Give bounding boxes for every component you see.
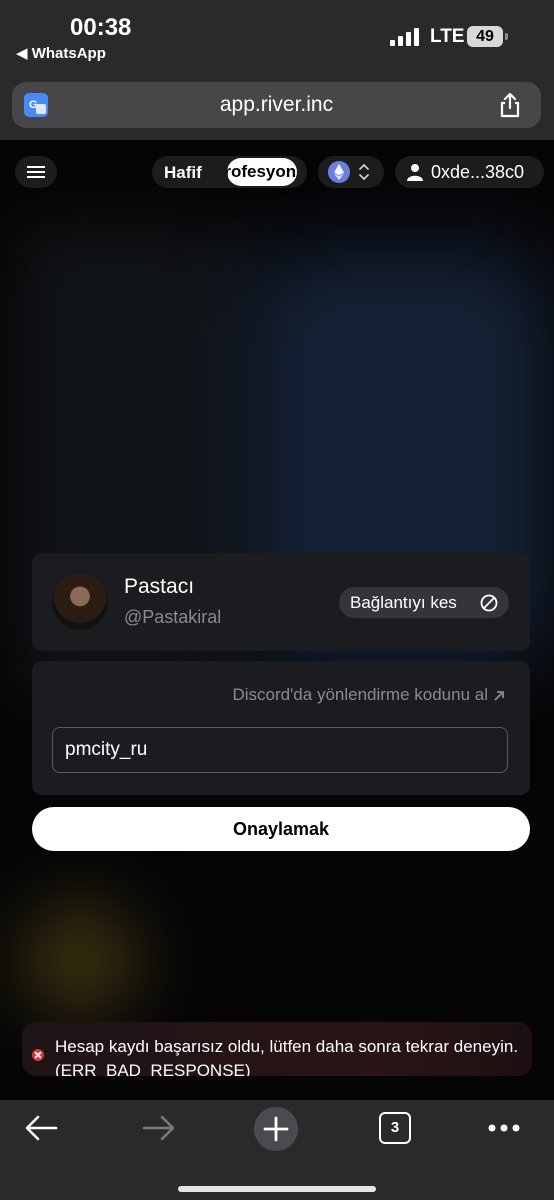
discord-code-link-label: Discord'da yönlendirme kodunu al	[232, 685, 488, 704]
discord-profile-card: Pastacı @Pastakiral Bağlantıyı kes	[32, 553, 530, 651]
battery-tip	[505, 33, 508, 40]
error-icon	[32, 1049, 44, 1061]
browser-toolbar: 3	[0, 1100, 554, 1200]
tab-count-button[interactable]: 3	[379, 1112, 411, 1144]
mode-light-option[interactable]: Hafif	[164, 163, 202, 183]
hamburger-icon	[27, 166, 45, 168]
ethereum-icon	[328, 161, 350, 183]
hamburger-icon	[27, 176, 45, 178]
error-message: Hesap kaydı başarısız oldu, lütfen daha …	[55, 1037, 519, 1076]
status-bar: 00:38 ◀ WhatsApp LTE 49	[0, 0, 554, 78]
avatar	[52, 574, 108, 630]
wallet-address: 0xde...38c0	[431, 162, 525, 182]
app-navbar: Hafif Profesyonel 0xde...38c0	[0, 154, 554, 190]
mode-toggle[interactable]: Hafif Profesyonel	[152, 156, 307, 188]
page-content: Hafif Profesyonel 0xde...38c0 Pastacı @P…	[0, 140, 554, 1100]
disconnect-button[interactable]: Bağlantıyı kes	[339, 587, 509, 618]
mode-pro-option[interactable]: Profesyonel	[227, 158, 297, 186]
menu-button[interactable]	[15, 156, 57, 188]
error-toast: Hesap kaydı başarısız oldu, lütfen daha …	[22, 1022, 532, 1076]
chain-selector[interactable]	[318, 156, 384, 188]
home-indicator	[178, 1186, 376, 1192]
status-time: 00:38	[70, 14, 132, 41]
disconnect-label: Bağlantıyı kes	[350, 593, 457, 612]
new-tab-plus-icon[interactable]	[254, 1107, 298, 1151]
back-arrow-icon[interactable]	[24, 1114, 58, 1142]
battery-icon: 49	[467, 26, 503, 47]
external-arrow-icon	[494, 690, 504, 701]
hamburger-icon	[27, 171, 45, 173]
discord-code-link[interactable]: Discord'da yönlendirme kodunu al	[232, 685, 506, 705]
referral-code-card: Discord'da yönlendirme kodunu al	[32, 661, 530, 795]
profile-name: Pastacı	[124, 575, 195, 598]
share-icon[interactable]	[496, 91, 524, 119]
blurred-background	[20, 900, 140, 1020]
more-options-icon[interactable]	[488, 1124, 520, 1132]
url-bar[interactable]: G app.river.inc	[12, 82, 541, 128]
browser-address-area: G app.river.inc	[0, 78, 554, 140]
back-to-app-link[interactable]: ◀ WhatsApp	[16, 44, 106, 62]
url-text[interactable]: app.river.inc	[12, 93, 541, 117]
forward-arrow-icon[interactable]	[142, 1114, 176, 1142]
chevron-updown-icon	[359, 163, 369, 181]
ban-icon	[480, 594, 498, 612]
wallet-button[interactable]: 0xde...38c0	[395, 156, 544, 188]
confirm-button[interactable]: Onaylamak	[32, 807, 530, 851]
referral-code-input[interactable]	[52, 727, 508, 773]
user-icon	[407, 164, 423, 181]
signal-icon	[390, 28, 419, 46]
profile-handle: @Pastakiral	[124, 607, 222, 627]
network-type: LTE	[430, 26, 465, 47]
